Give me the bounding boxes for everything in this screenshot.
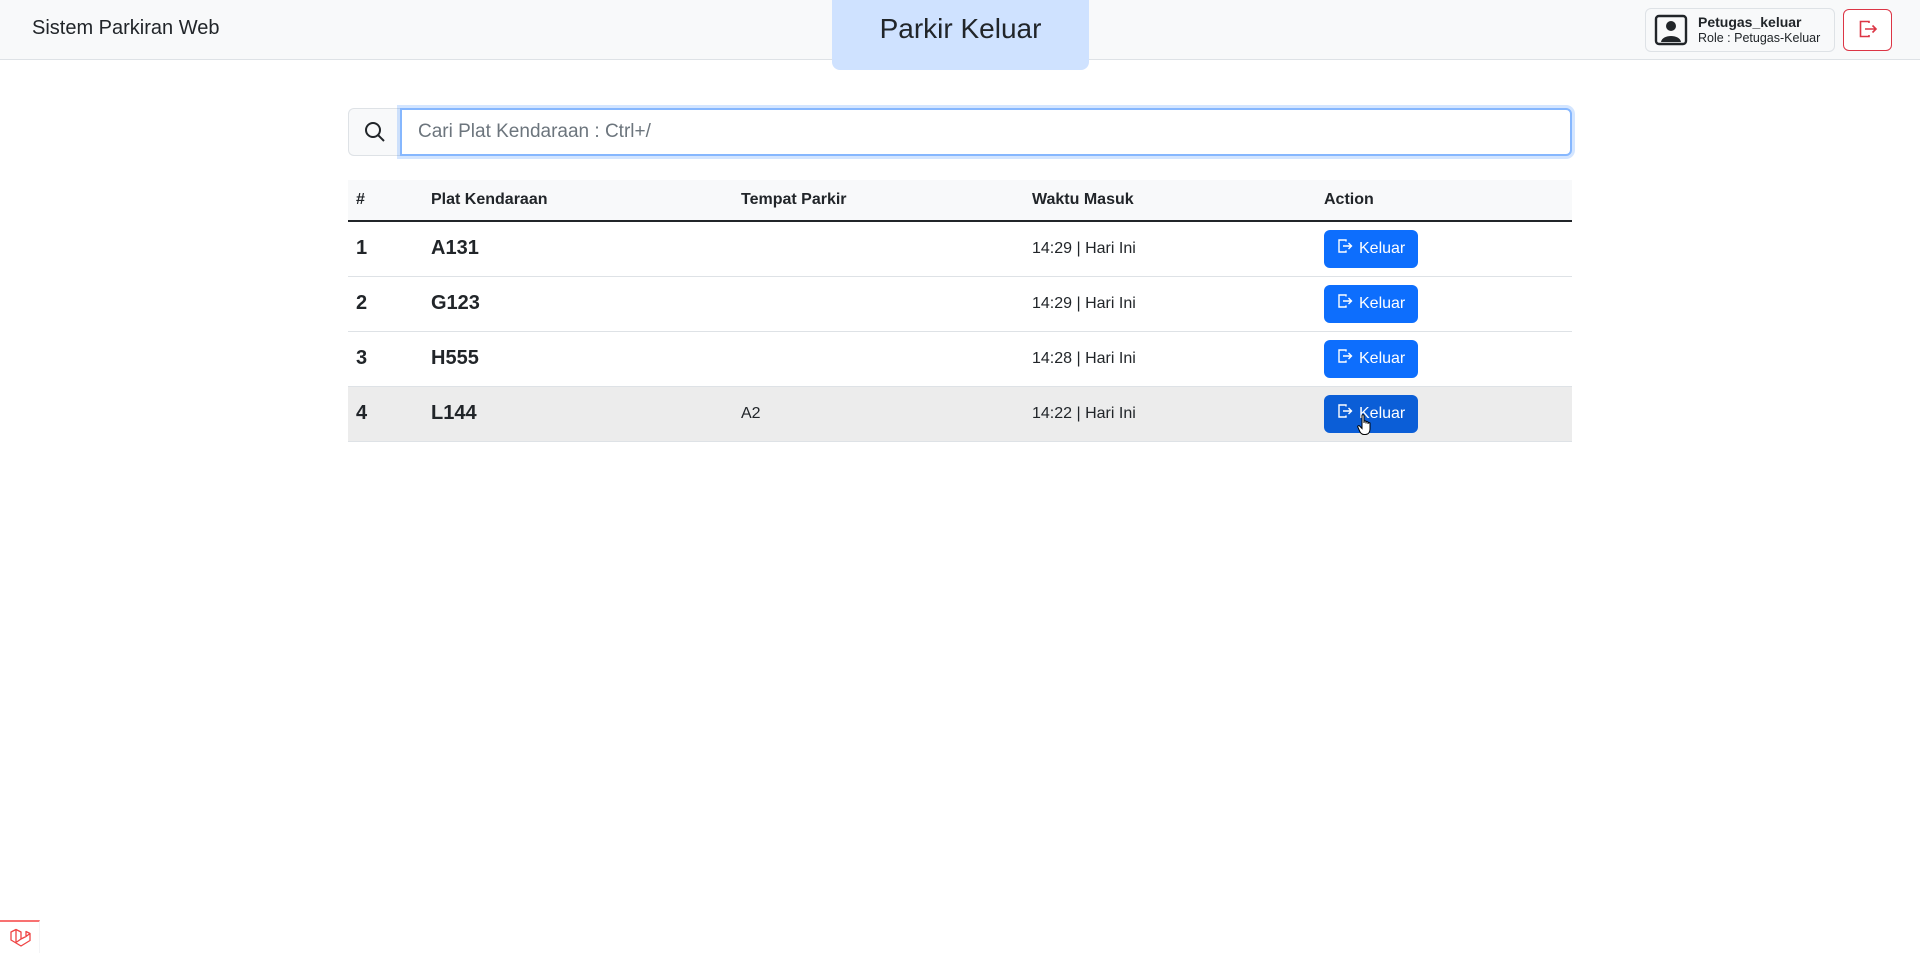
keluar-button-label: Keluar bbox=[1359, 349, 1406, 367]
user-name: Petugas_keluar bbox=[1698, 14, 1802, 30]
search-group bbox=[348, 108, 1572, 156]
table-row: 3 H555 14:28 | Hari Ini Keluar bbox=[348, 331, 1572, 387]
page-title: Parkir Keluar bbox=[832, 0, 1089, 70]
row-num: 1 bbox=[348, 221, 423, 277]
exit-icon bbox=[1337, 238, 1353, 259]
keluar-button-label: Keluar bbox=[1359, 294, 1406, 312]
header-num: # bbox=[348, 180, 423, 222]
keluar-button[interactable]: Keluar bbox=[1324, 284, 1419, 323]
row-action-cell: Keluar bbox=[1316, 276, 1572, 332]
top-navbar: Sistem Parkiran Web Parkir Keluar Petuga… bbox=[0, 0, 1920, 70]
row-num: 4 bbox=[348, 386, 423, 442]
keluar-button[interactable]: Keluar bbox=[1324, 339, 1419, 378]
row-waktu: 14:28 | Hari Ini bbox=[1024, 331, 1316, 387]
row-plat: H555 bbox=[423, 331, 733, 387]
keluar-button[interactable]: Keluar bbox=[1324, 229, 1419, 268]
exit-icon bbox=[1337, 293, 1353, 314]
app-brand[interactable]: Sistem Parkiran Web bbox=[32, 17, 219, 40]
row-plat: L144 bbox=[423, 386, 733, 442]
table-header-row: # Plat Kendaraan Tempat Parkir Waktu Mas… bbox=[348, 180, 1572, 222]
user-role: Role : Petugas-Keluar bbox=[1698, 31, 1821, 45]
logout-icon bbox=[1858, 19, 1878, 42]
row-action-cell: Keluar bbox=[1316, 386, 1572, 442]
table-row: 4 L144 A2 14:22 | Hari Ini Keluar bbox=[348, 386, 1572, 442]
row-plat: G123 bbox=[423, 276, 733, 332]
row-num: 2 bbox=[348, 276, 423, 332]
row-action-cell: Keluar bbox=[1316, 331, 1572, 387]
laravel-icon[interactable] bbox=[0, 920, 40, 953]
header-action: Action bbox=[1316, 180, 1572, 222]
table-row: 2 G123 14:29 | Hari Ini Keluar bbox=[348, 276, 1572, 332]
keluar-button-label: Keluar bbox=[1359, 239, 1406, 257]
header-waktu: Waktu Masuk bbox=[1024, 180, 1316, 222]
header-plat: Plat Kendaraan bbox=[423, 180, 733, 222]
user-card[interactable]: Petugas_keluar Role : Petugas-Keluar bbox=[1645, 8, 1835, 52]
row-plat: A131 bbox=[423, 221, 733, 277]
hand-pointer-cursor-icon bbox=[1357, 414, 1373, 436]
logout-button[interactable] bbox=[1843, 9, 1892, 51]
row-action-cell: Keluar bbox=[1316, 221, 1572, 277]
search-input[interactable] bbox=[400, 108, 1572, 156]
header-tempat: Tempat Parkir bbox=[733, 180, 1024, 222]
row-waktu: 14:29 | Hari Ini bbox=[1024, 276, 1316, 332]
search-icon bbox=[348, 108, 400, 156]
row-tempat bbox=[733, 221, 1024, 277]
row-waktu: 14:22 | Hari Ini bbox=[1024, 386, 1316, 442]
row-tempat bbox=[733, 331, 1024, 387]
exit-icon bbox=[1337, 348, 1353, 369]
parking-table: # Plat Kendaraan Tempat Parkir Waktu Mas… bbox=[348, 180, 1572, 442]
table-row: 1 A131 14:29 | Hari Ini Keluar bbox=[348, 221, 1572, 277]
row-tempat bbox=[733, 276, 1024, 332]
exit-icon bbox=[1337, 403, 1353, 424]
user-portrait-icon bbox=[1654, 13, 1688, 47]
row-waktu: 14:29 | Hari Ini bbox=[1024, 221, 1316, 277]
row-tempat: A2 bbox=[733, 386, 1024, 442]
row-num: 3 bbox=[348, 331, 423, 387]
